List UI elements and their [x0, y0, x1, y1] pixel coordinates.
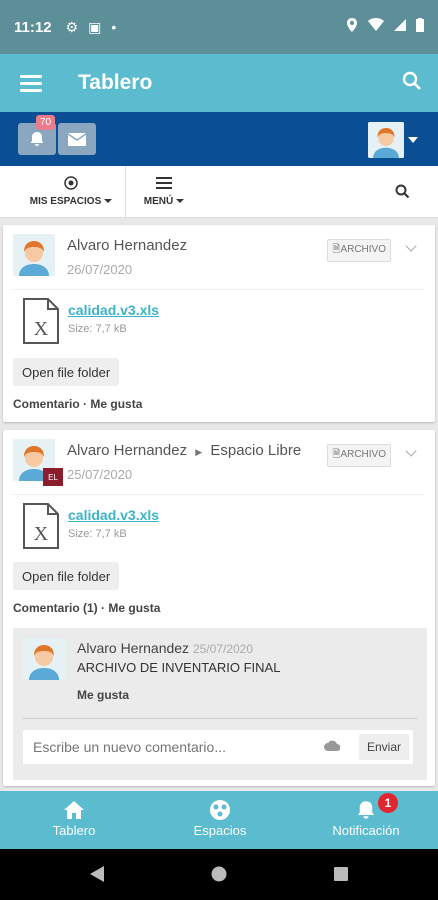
search-icon[interactable]: [395, 184, 410, 204]
menu-icon[interactable]: [20, 71, 42, 96]
nav-item-spaces[interactable]: Espacios: [185, 799, 255, 838]
messages-button[interactable]: [58, 123, 96, 155]
app-bar: Tablero: [0, 54, 438, 112]
app-status-icon: ▣: [88, 18, 102, 35]
comment-date: 25/07/2020: [192, 642, 254, 656]
divider: [23, 718, 417, 719]
dot-status-icon: •: [111, 19, 117, 35]
post-author[interactable]: Alvaro Hernandez: [67, 237, 187, 254]
post-type-label: ARCHIVO: [340, 244, 386, 255]
notifications-button[interactable]: 70: [18, 115, 56, 155]
home-button-icon[interactable]: [211, 866, 227, 887]
send-comment-button[interactable]: Enviar: [358, 734, 409, 760]
tab-menu[interactable]: MENÚ: [134, 174, 194, 207]
post-actions: Comentario · Me gusta: [13, 397, 143, 411]
upload-cloud-icon[interactable]: [323, 738, 341, 756]
filter-bar: MIS ESPACIOS MENÚ: [0, 166, 438, 218]
file-size: Size: 7,7 kB: [68, 323, 127, 335]
nav-item-dashboard[interactable]: Tablero: [44, 799, 104, 838]
comment-like-link[interactable]: Me gusta: [77, 688, 129, 702]
home-icon: [44, 799, 104, 821]
post-type-label: ARCHIVO: [340, 449, 386, 460]
comment-author[interactable]: Alvaro Hernandez: [77, 640, 189, 656]
chevron-down-icon: [176, 199, 185, 204]
system-navigation-bar: [0, 849, 438, 900]
chevron-down-icon[interactable]: [405, 445, 417, 457]
like-link[interactable]: Me gusta: [90, 397, 142, 411]
post-card: Alvaro Hernandez 26/07/2020 🗎ARCHIVO X c…: [3, 225, 435, 422]
tab-divider: [125, 166, 126, 218]
nav-item-notifications[interactable]: Notificación 1: [328, 793, 404, 838]
file-link[interactable]: calidad.v3.xls: [68, 507, 159, 523]
post-actions: Comentario (1) · Me gusta: [13, 601, 161, 615]
divider: [13, 494, 425, 495]
post-type-tag: 🗎ARCHIVO: [327, 239, 391, 262]
comments-section: Alvaro Hernandez 25/07/2020 ARCHIVO DE I…: [13, 628, 427, 780]
back-icon[interactable]: [90, 866, 104, 887]
open-folder-button[interactable]: Open file folder: [13, 562, 120, 590]
envelope-icon: [68, 132, 86, 146]
post-space[interactable]: Espacio Libre: [210, 442, 301, 459]
file-size: Size: 7,7 kB: [68, 528, 127, 540]
status-time: 11:12: [14, 18, 52, 36]
notification-count-badge: 70: [36, 115, 56, 130]
avatar[interactable]: [13, 234, 55, 276]
excel-file-icon: X: [23, 298, 59, 349]
page-title: Tablero: [78, 71, 153, 94]
bell-icon: [30, 132, 44, 146]
comment-link[interactable]: Comentario: [13, 397, 80, 411]
nav-item-label: Tablero: [52, 823, 96, 838]
comment-link[interactable]: Comentario (1): [13, 601, 98, 615]
nav-item-label: Notificación: [332, 823, 400, 838]
post-date: 25/07/2020: [67, 467, 133, 482]
settings-status-icon: ⚙: [65, 18, 79, 35]
caret-right-icon: ▶: [195, 447, 203, 457]
open-folder-button[interactable]: Open file folder: [13, 358, 120, 386]
search-icon[interactable]: [402, 71, 422, 96]
svg-text:X: X: [34, 318, 49, 340]
user-avatar[interactable]: [368, 122, 404, 158]
bottom-navigation: Tablero Espacios Notificación 1: [0, 791, 438, 849]
target-icon: [28, 174, 114, 192]
space-badge: EL: [43, 468, 63, 486]
chevron-down-icon: [104, 199, 113, 204]
post-type-tag: 🗎ARCHIVO: [327, 444, 391, 467]
excel-file-icon: X: [23, 503, 59, 554]
wifi-icon: [368, 18, 384, 36]
comment-text: ARCHIVO DE INVENTARIO FINAL: [77, 660, 281, 675]
comment-input[interactable]: [33, 739, 313, 755]
user-menu-caret-icon[interactable]: [408, 137, 418, 143]
like-link[interactable]: Me gusta: [108, 601, 160, 615]
list-icon: [134, 174, 194, 192]
tab-menu-label: MENÚ: [143, 196, 174, 207]
divider: [13, 289, 425, 290]
tab-my-spaces[interactable]: MIS ESPACIOS: [28, 174, 114, 207]
notification-badge: 1: [378, 793, 398, 813]
svg-text:X: X: [34, 523, 49, 545]
battery-icon: [416, 17, 424, 37]
post-card: EL Alvaro Hernandez ▶ Espacio Libre 25/0…: [3, 430, 435, 786]
location-icon: [346, 17, 358, 37]
avatar[interactable]: [23, 638, 65, 680]
recents-icon[interactable]: [334, 867, 348, 886]
quick-actions-bar: 70: [0, 112, 438, 166]
post-author[interactable]: Alvaro Hernandez: [67, 442, 187, 459]
chevron-down-icon[interactable]: [405, 240, 417, 252]
comment-header: Alvaro Hernandez 25/07/2020: [77, 640, 253, 656]
new-comment-field: Enviar: [23, 730, 413, 764]
tab-my-spaces-label: MIS ESPACIOS: [29, 196, 102, 207]
nav-item-label: Espacios: [193, 823, 247, 838]
status-bar: 11:12 ⚙ ▣ •: [0, 0, 438, 54]
post-date: 26/07/2020: [67, 262, 133, 277]
spaces-icon: [185, 799, 255, 821]
post-header: Alvaro Hernandez ▶ Espacio Libre: [67, 442, 301, 459]
file-link[interactable]: calidad.v3.xls: [68, 302, 159, 318]
signal-icon: [394, 18, 406, 36]
